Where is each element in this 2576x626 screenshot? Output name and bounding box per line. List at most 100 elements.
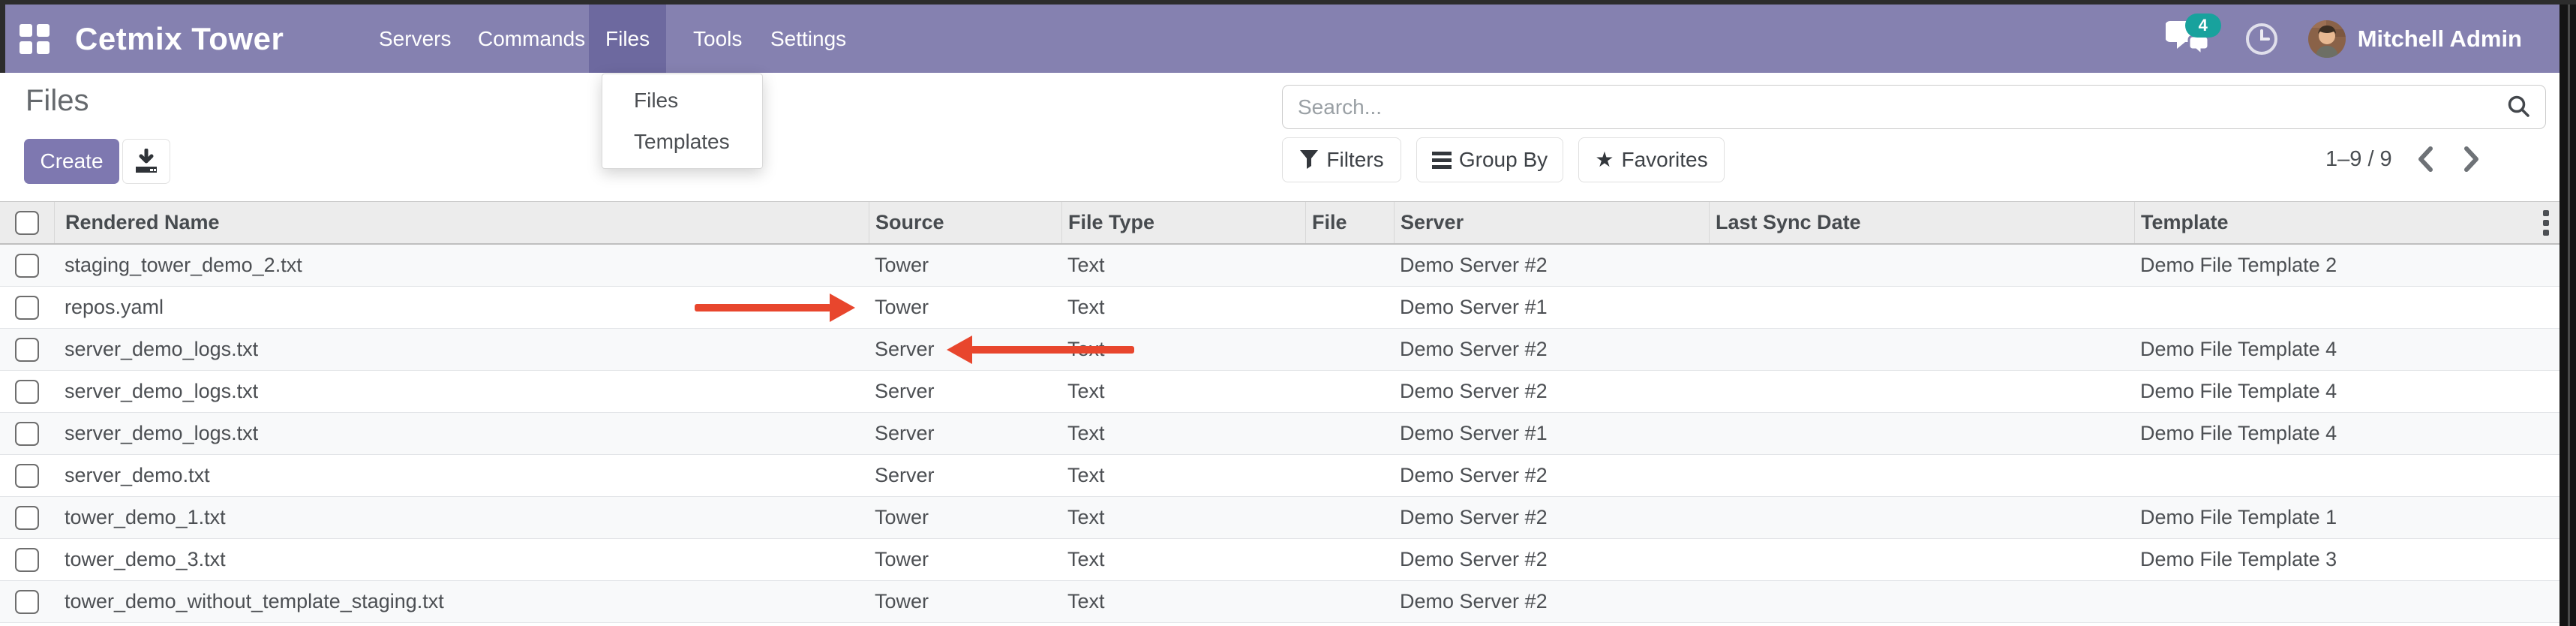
cell-rendered-name[interactable]: tower_demo_3.txt	[54, 539, 869, 580]
cell-last-sync-date[interactable]	[1709, 539, 2134, 580]
cell-last-sync-date[interactable]	[1709, 287, 2134, 328]
cell-file[interactable]	[1305, 245, 1394, 286]
cell-last-sync-date[interactable]	[1709, 329, 2134, 370]
cell-server[interactable]: Demo Server #2	[1394, 581, 1709, 622]
group-by-button[interactable]: Group By	[1416, 137, 1563, 182]
table-row[interactable]: server_demo_logs.txtServerTextDemo Serve…	[0, 413, 2559, 455]
export-button[interactable]	[122, 139, 170, 184]
cell-file[interactable]	[1305, 539, 1394, 580]
column-header-last-sync-date[interactable]: Last Sync Date	[1709, 202, 2134, 243]
table-row[interactable]: server_demo_logs.txtServerTextDemo Serve…	[0, 329, 2559, 371]
cell-server[interactable]: Demo Server #2	[1394, 329, 1709, 370]
row-checkbox[interactable]	[15, 422, 39, 446]
cell-file-type[interactable]: Text	[1061, 287, 1305, 328]
activities-clock-icon[interactable]	[2244, 21, 2280, 57]
cell-template[interactable]	[2134, 287, 2559, 328]
cell-file[interactable]	[1305, 497, 1394, 538]
cell-source[interactable]: Tower	[869, 581, 1061, 622]
column-header-server[interactable]: Server	[1394, 202, 1709, 243]
cell-server[interactable]: Demo Server #2	[1394, 539, 1709, 580]
cell-template[interactable]: Demo File Template 4	[2134, 413, 2559, 454]
table-row[interactable]: staging_tower_demo_2.txtTowerText Demo Se…	[0, 245, 2559, 287]
row-checkbox-cell[interactable]	[0, 329, 54, 370]
cell-template[interactable]: Demo File Template 4	[2134, 371, 2559, 412]
cell-last-sync-date[interactable]	[1709, 371, 2134, 412]
cell-last-sync-date[interactable]	[1709, 245, 2134, 286]
apps-grid-icon[interactable]	[20, 24, 50, 54]
cell-source[interactable]: Tower	[869, 539, 1061, 580]
search-input[interactable]	[1283, 95, 2493, 119]
table-row[interactable]: server_demo_logs.txtServerTextDemo Serve…	[0, 371, 2559, 413]
cell-rendered-name[interactable]: tower_demo_1.txt	[54, 497, 869, 538]
cell-rendered-name[interactable]: server_demo_logs.txt	[54, 413, 869, 454]
cell-file-type[interactable]: Text	[1061, 329, 1305, 370]
row-checkbox-cell[interactable]	[0, 245, 54, 286]
nav-item-servers[interactable]: Servers	[362, 5, 467, 73]
nav-item-tools[interactable]: Tools	[677, 5, 758, 73]
messages-button[interactable]: 4	[2166, 17, 2215, 62]
create-button[interactable]: Create	[24, 139, 119, 184]
column-header-source[interactable]: Source	[869, 202, 1061, 243]
cell-server[interactable]: Demo Server #2	[1394, 245, 1709, 286]
optional-columns-icon[interactable]	[2543, 202, 2549, 243]
cell-rendered-name[interactable]: tower_demo_without_template_staging.txt	[54, 581, 869, 622]
cell-last-sync-date[interactable]	[1709, 497, 2134, 538]
cell-server[interactable]: Demo Server #2	[1394, 371, 1709, 412]
cell-file-type[interactable]: Text	[1061, 497, 1305, 538]
cell-file-type[interactable]: Text	[1061, 455, 1305, 496]
row-checkbox[interactable]	[15, 296, 39, 320]
row-checkbox-cell[interactable]	[0, 287, 54, 328]
table-row[interactable]: tower_demo_3.txtTowerTextDemo Server #2D…	[0, 539, 2559, 581]
column-header-rendered-name[interactable]: Rendered Name	[54, 202, 869, 243]
filters-button[interactable]: Filters	[1282, 137, 1401, 182]
table-row[interactable]: repos.yamlTowerTextDemo Server #1	[0, 287, 2559, 329]
pager-prev-icon[interactable]	[2412, 144, 2439, 174]
cell-rendered-name[interactable]: server_demo_logs.txt	[54, 371, 869, 412]
cell-last-sync-date[interactable]	[1709, 455, 2134, 496]
table-row[interactable]: tower_demo_1.txtTowerTextDemo Server #2D…	[0, 497, 2559, 539]
user-menu[interactable]: Mitchell Admin	[2308, 20, 2522, 58]
row-checkbox-cell[interactable]	[0, 539, 54, 580]
row-checkbox-cell[interactable]	[0, 497, 54, 538]
pager-range[interactable]: 1–9 / 9	[2325, 147, 2392, 172]
cell-last-sync-date[interactable]	[1709, 413, 2134, 454]
cell-source[interactable]: Tower	[869, 245, 1061, 286]
nav-item-settings[interactable]: Settings	[754, 5, 863, 73]
cell-file-type[interactable]: Text	[1061, 245, 1305, 286]
row-checkbox[interactable]	[15, 464, 39, 488]
cell-template[interactable]: Demo File Template 2	[2134, 245, 2559, 286]
brand-title[interactable]: Cetmix Tower	[75, 5, 284, 73]
cell-rendered-name[interactable]: server_demo.txt	[54, 455, 869, 496]
cell-file[interactable]	[1305, 329, 1394, 370]
cell-source[interactable]: Server	[869, 329, 1061, 370]
cell-rendered-name[interactable]: staging_tower_demo_2.txt	[54, 245, 869, 286]
row-checkbox[interactable]	[15, 380, 39, 404]
favorites-button[interactable]: ★ Favorites	[1578, 137, 1725, 182]
cell-file[interactable]	[1305, 413, 1394, 454]
cell-server[interactable]: Demo Server #2	[1394, 455, 1709, 496]
cell-rendered-name[interactable]: repos.yaml	[54, 287, 869, 328]
cell-file[interactable]	[1305, 455, 1394, 496]
search-icon[interactable]	[2493, 94, 2545, 121]
cell-template[interactable]	[2134, 455, 2559, 496]
cell-source[interactable]: Server	[869, 413, 1061, 454]
dropdown-item-files[interactable]: Files	[602, 80, 762, 122]
cell-file[interactable]	[1305, 287, 1394, 328]
cell-source[interactable]: Tower	[869, 497, 1061, 538]
pager-next-icon[interactable]	[2458, 144, 2485, 174]
cell-file-type[interactable]: Text	[1061, 539, 1305, 580]
row-checkbox[interactable]	[15, 548, 39, 572]
cell-source[interactable]: Server	[869, 455, 1061, 496]
row-checkbox[interactable]	[15, 590, 39, 614]
cell-file[interactable]	[1305, 581, 1394, 622]
dropdown-item-templates[interactable]: Templates	[602, 122, 762, 163]
column-header-template[interactable]: Template	[2134, 202, 2559, 243]
cell-server[interactable]: Demo Server #2	[1394, 497, 1709, 538]
cell-server[interactable]: Demo Server #1	[1394, 413, 1709, 454]
cell-template[interactable]	[2134, 581, 2559, 622]
cell-last-sync-date[interactable]	[1709, 581, 2134, 622]
select-all-checkbox[interactable]	[15, 211, 39, 235]
nav-item-files[interactable]: Files	[589, 5, 666, 73]
row-checkbox-cell[interactable]	[0, 371, 54, 412]
cell-template[interactable]: Demo File Template 4	[2134, 329, 2559, 370]
